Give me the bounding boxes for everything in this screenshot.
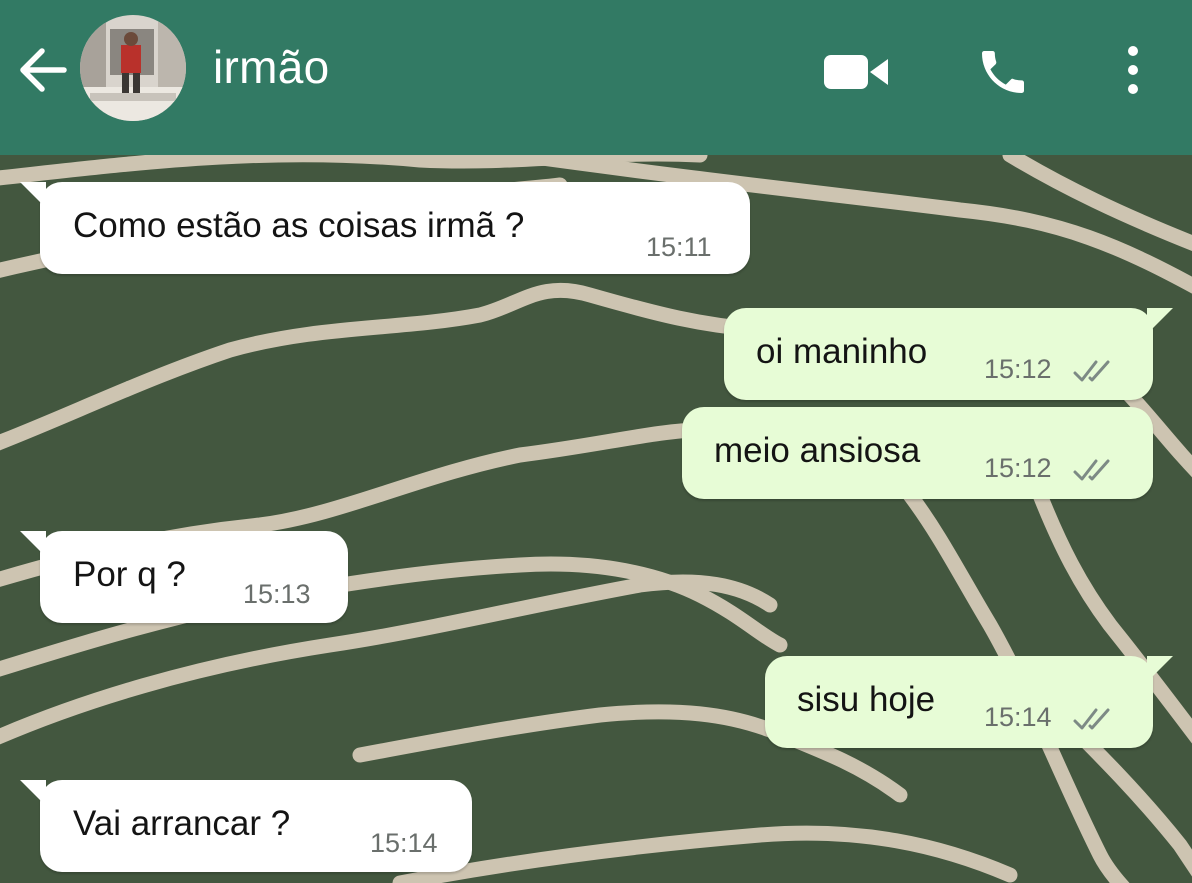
bubble-tail [20, 780, 46, 806]
contact-name[interactable]: irmão [213, 40, 330, 94]
message-text: oi maninho [756, 332, 928, 371]
message-time: 15:11 [646, 232, 712, 262]
bubble-tail [1147, 656, 1173, 682]
message-text: Como estão as coisas irmã ? [73, 206, 525, 245]
message-bubble-incoming[interactable]: Como estão as coisas irmã ? 15:11 [20, 182, 750, 274]
read-receipt-icon [1073, 708, 1110, 730]
video-camera-icon [824, 55, 888, 89]
chat-area[interactable]: Como estão as coisas irmã ? 15:11 oi man… [0, 155, 1192, 883]
message-bubble-outgoing[interactable]: sisu hoje 15:14 [765, 656, 1173, 748]
message-bubble-incoming[interactable]: Vai arrancar ? 15:14 [20, 780, 472, 872]
message-time: 15:12 [984, 453, 1052, 483]
more-options-button[interactable] [1118, 42, 1148, 98]
voice-call-button[interactable] [974, 44, 1032, 100]
message-time: 15:14 [984, 702, 1052, 732]
message-time: 15:14 [370, 828, 438, 858]
message-text: Por q ? [73, 555, 186, 594]
chat-header: irmão [0, 0, 1192, 155]
read-receipt-icon [1073, 459, 1110, 481]
message-time: 15:13 [243, 579, 311, 609]
video-call-button[interactable] [822, 52, 890, 92]
more-vertical-icon [1128, 46, 1138, 94]
arrow-back-icon [20, 48, 67, 92]
message-bubble-incoming[interactable]: Por q ? 15:13 [20, 531, 348, 623]
bubble-tail [20, 531, 46, 557]
message-text: sisu hoje [797, 680, 936, 719]
bubble-tail [20, 182, 46, 208]
back-button[interactable] [12, 42, 72, 98]
message-text: Vai arrancar ? [73, 804, 291, 843]
message-time: 15:12 [984, 354, 1052, 384]
read-receipt-icon [1073, 360, 1110, 382]
message-text: meio ansiosa [714, 431, 921, 470]
message-bubble-outgoing[interactable]: meio ansiosa 15:12 [682, 407, 1153, 499]
message-bubble-outgoing[interactable]: oi maninho 15:12 [724, 308, 1173, 400]
phone-icon [982, 51, 1024, 93]
contact-avatar[interactable] [80, 15, 186, 121]
bubble-tail [1147, 308, 1173, 334]
